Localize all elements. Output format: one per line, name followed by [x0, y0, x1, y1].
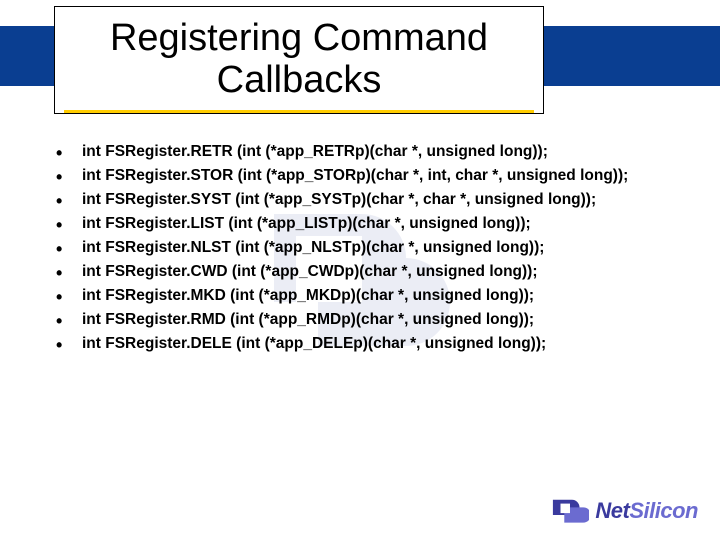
- title-underline: [64, 110, 534, 113]
- logo-mark-icon: [551, 496, 589, 526]
- list-item: int FSRegister.DELE (int (*app_DELEp)(ch…: [50, 332, 690, 356]
- logo-text-a: Net: [595, 498, 629, 523]
- footer-logo: NetSilicon: [551, 496, 698, 526]
- list-item: int FSRegister.RMD (int (*app_RMDp)(char…: [50, 308, 690, 332]
- list-item: int FSRegister.SYST (int (*app_SYSTp)(ch…: [50, 188, 690, 212]
- bullet-list: int FSRegister.RETR (int (*app_RETRp)(ch…: [50, 140, 690, 356]
- list-item: int FSRegister.CWD (int (*app_CWDp)(char…: [50, 260, 690, 284]
- list-item: int FSRegister.NLST (int (*app_NLSTp)(ch…: [50, 236, 690, 260]
- list-item: int FSRegister.RETR (int (*app_RETRp)(ch…: [50, 140, 690, 164]
- list-item: int FSRegister.LIST (int (*app_LISTp)(ch…: [50, 212, 690, 236]
- slide-title: Registering Command Callbacks: [55, 18, 543, 102]
- title-box: Registering Command Callbacks: [54, 6, 544, 114]
- logo-text: NetSilicon: [595, 498, 698, 524]
- list-item: int FSRegister.MKD (int (*app_MKDp)(char…: [50, 284, 690, 308]
- logo-text-b: Silicon: [629, 498, 698, 523]
- list-item: int FSRegister.STOR (int (*app_STORp)(ch…: [50, 164, 690, 188]
